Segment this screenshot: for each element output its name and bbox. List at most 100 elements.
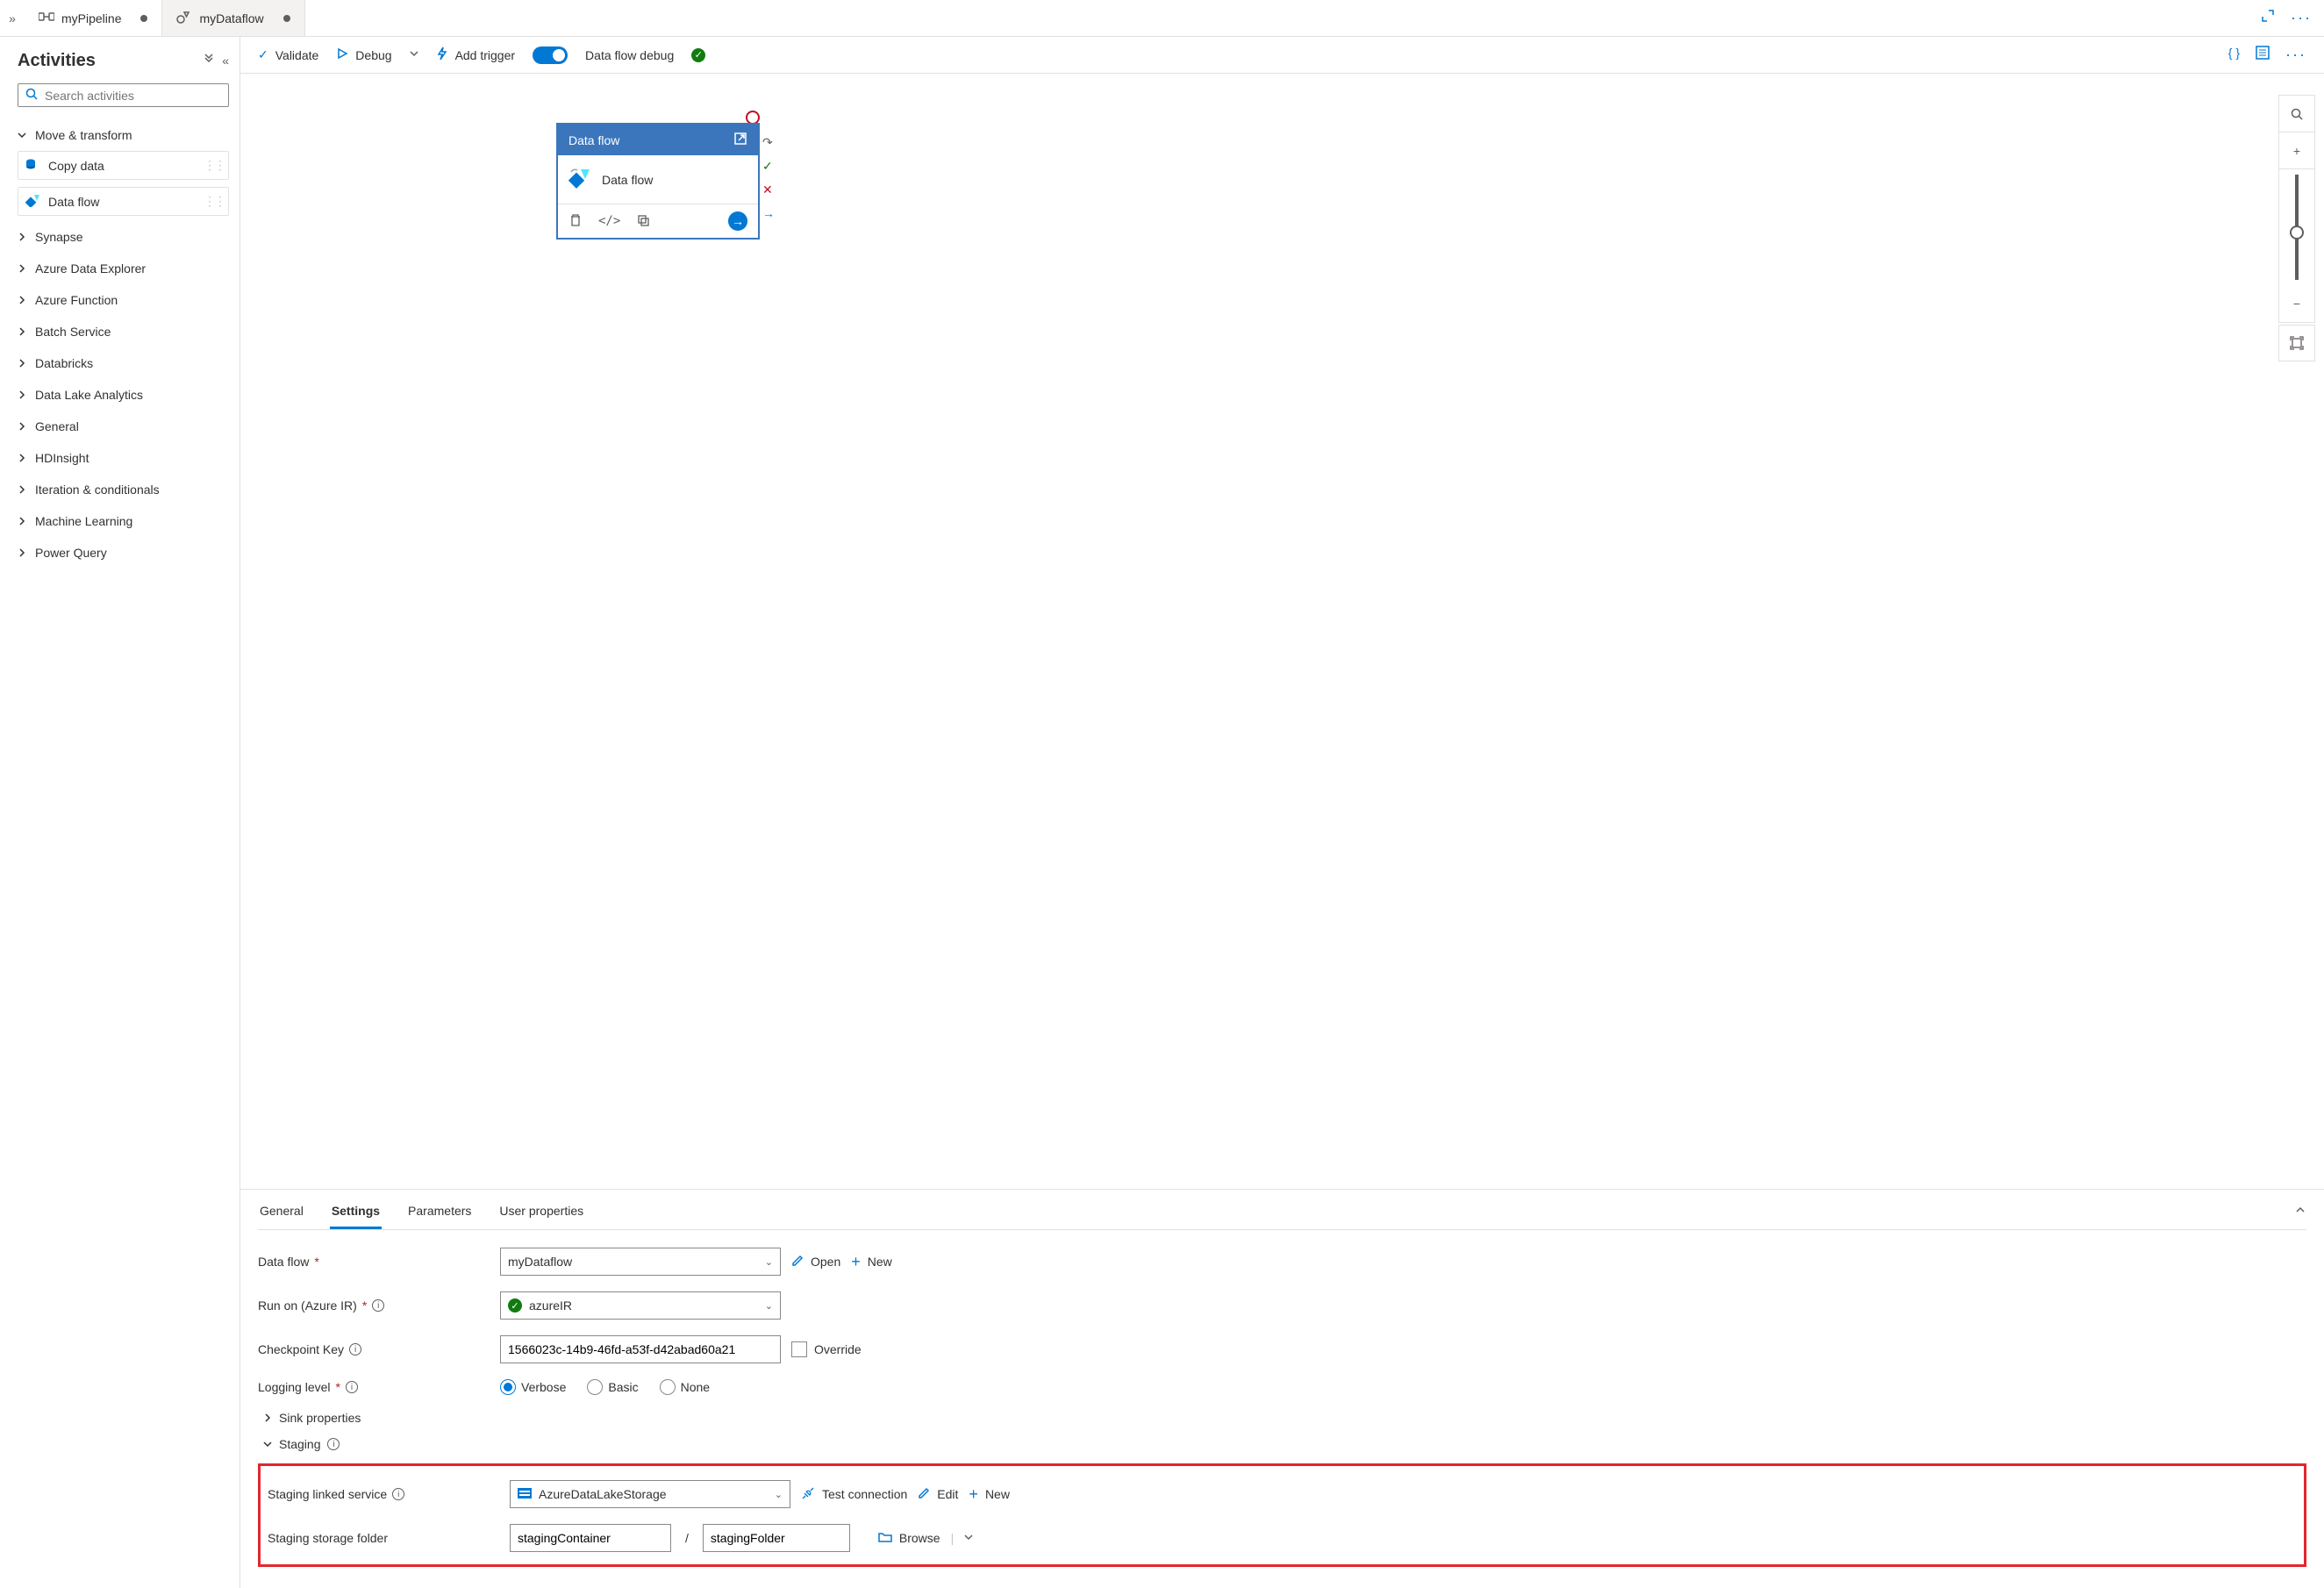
- info-icon[interactable]: i: [346, 1381, 358, 1393]
- pipeline-canvas[interactable]: Data flow Data flow </> → ↷: [240, 74, 2324, 1189]
- group-power-query[interactable]: Power Query: [18, 539, 229, 567]
- zoom-in-button[interactable]: +: [2279, 132, 2314, 169]
- activity-data-flow[interactable]: Data flow ⋮⋮: [18, 187, 229, 216]
- pencil-icon: [918, 1487, 930, 1502]
- collapse-icon[interactable]: «: [222, 54, 229, 68]
- group-hdinsight[interactable]: HDInsight: [18, 444, 229, 472]
- clone-icon[interactable]: [636, 213, 650, 230]
- proceed-icon[interactable]: →: [728, 211, 747, 231]
- checkpoint-input[interactable]: [508, 1342, 773, 1356]
- radio-none[interactable]: None: [660, 1379, 710, 1395]
- chevron-right-icon: [263, 1411, 272, 1425]
- tab-parameters[interactable]: Parameters: [406, 1204, 473, 1229]
- group-databricks[interactable]: Databricks: [18, 349, 229, 377]
- pipeline-toolbar: ✓Validate Debug Add trigger Data flow de…: [240, 37, 2324, 74]
- status-ok-icon: ✓: [508, 1298, 522, 1313]
- zoom-fit-button[interactable]: [2278, 325, 2315, 361]
- radio-icon: [500, 1379, 516, 1395]
- group-batch-service[interactable]: Batch Service: [18, 318, 229, 346]
- chevron-right-icon: [18, 548, 28, 557]
- info-icon[interactable]: i: [392, 1488, 404, 1500]
- code-icon[interactable]: </>: [598, 214, 620, 228]
- chevron-right-icon: [18, 232, 28, 241]
- activity-copy-data[interactable]: Copy data ⋮⋮: [18, 151, 229, 180]
- override-checkbox[interactable]: Override: [791, 1341, 862, 1357]
- more-icon[interactable]: ···: [2285, 46, 2306, 64]
- expand-handle-icon[interactable]: »: [0, 11, 25, 25]
- group-machine-learning[interactable]: Machine Learning: [18, 507, 229, 535]
- tab-bar: » myPipeline myDataflow ···: [0, 0, 2324, 37]
- runon-label: Run on (Azure IR): [258, 1298, 357, 1313]
- panel-tab-list: General Settings Parameters User propert…: [258, 1204, 2306, 1230]
- chevron-right-icon: [18, 517, 28, 526]
- chevrons-icon[interactable]: [203, 54, 215, 68]
- dataflow-select[interactable]: myDataflow⌄: [500, 1248, 781, 1276]
- group-synapse[interactable]: Synapse: [18, 223, 229, 251]
- debug-dropdown[interactable]: [410, 49, 418, 61]
- group-general[interactable]: General: [18, 412, 229, 440]
- tab-settings[interactable]: Settings: [330, 1204, 382, 1229]
- play-icon: [336, 47, 348, 62]
- panel-collapse-icon[interactable]: [2294, 1204, 2306, 1219]
- zoom-out-button[interactable]: −: [2279, 285, 2314, 322]
- plus-icon: +: [969, 1485, 978, 1504]
- zoom-knob[interactable]: [2290, 225, 2304, 240]
- data-flow-icon: [25, 193, 41, 210]
- sink-properties-section[interactable]: Sink properties: [258, 1411, 2306, 1425]
- properties-panel: General Settings Parameters User propert…: [240, 1189, 2324, 1588]
- info-icon[interactable]: i: [327, 1438, 340, 1450]
- delete-icon[interactable]: [568, 213, 583, 230]
- more-icon[interactable]: ···: [2291, 9, 2312, 27]
- group-iteration[interactable]: Iteration & conditionals: [18, 476, 229, 504]
- dataflow-icon: [176, 10, 192, 26]
- dataflow-node[interactable]: Data flow Data flow </> →: [556, 123, 760, 240]
- lightning-icon: [436, 46, 448, 63]
- group-azure-function[interactable]: Azure Function: [18, 286, 229, 314]
- add-trigger-button[interactable]: Add trigger: [436, 46, 515, 63]
- info-icon[interactable]: i: [349, 1343, 361, 1356]
- zoom-search-icon[interactable]: [2279, 96, 2314, 132]
- node-header: Data flow: [558, 125, 758, 155]
- group-data-lake-analytics[interactable]: Data Lake Analytics: [18, 381, 229, 409]
- zoom-control: + −: [2278, 95, 2315, 323]
- tab-general[interactable]: General: [258, 1204, 305, 1229]
- staging-folder-input[interactable]: [711, 1531, 842, 1545]
- test-connection-button[interactable]: Test connection: [801, 1486, 907, 1503]
- radio-verbose[interactable]: Verbose: [500, 1379, 566, 1395]
- copy-data-icon: [25, 157, 41, 174]
- open-button[interactable]: Open: [791, 1255, 840, 1270]
- staging-section[interactable]: Staging i: [258, 1437, 2306, 1451]
- status-ok-icon: ✓: [691, 48, 705, 62]
- tab-dataflow[interactable]: myDataflow: [162, 0, 304, 36]
- group-azure-data-explorer[interactable]: Azure Data Explorer: [18, 254, 229, 283]
- search-activities[interactable]: [18, 83, 229, 107]
- path-separator: /: [682, 1531, 692, 1545]
- staging-highlight: Staging linked servicei AzureDataLakeSto…: [258, 1463, 2306, 1567]
- tab-user-properties[interactable]: User properties: [497, 1204, 585, 1229]
- zoom-slider[interactable]: [2295, 175, 2299, 280]
- radio-basic[interactable]: Basic: [587, 1379, 638, 1395]
- chevron-right-icon: [18, 327, 28, 336]
- chevron-right-icon: [18, 359, 28, 368]
- search-input[interactable]: [45, 89, 221, 103]
- validate-button[interactable]: ✓Validate: [258, 47, 318, 62]
- dataflow-debug-toggle[interactable]: [533, 46, 568, 64]
- group-move-transform[interactable]: Move & transform: [18, 121, 229, 149]
- open-external-icon[interactable]: [733, 132, 747, 148]
- braces-icon[interactable]: { }: [2228, 46, 2240, 64]
- staging-linked-select[interactable]: AzureDataLakeStorage⌄: [510, 1480, 790, 1508]
- debug-button[interactable]: Debug: [336, 47, 391, 62]
- properties-icon[interactable]: [2256, 46, 2270, 64]
- new-linked-button[interactable]: +New: [969, 1485, 1010, 1504]
- maximize-icon[interactable]: [2261, 9, 2275, 27]
- tab-label: myDataflow: [199, 11, 263, 25]
- edit-button[interactable]: Edit: [918, 1487, 958, 1502]
- info-icon[interactable]: i: [372, 1299, 384, 1312]
- runon-select[interactable]: ✓azureIR⌄: [500, 1291, 781, 1320]
- new-button[interactable]: +New: [851, 1253, 892, 1271]
- browse-dropdown[interactable]: [964, 1533, 973, 1544]
- storage-icon: [518, 1487, 532, 1501]
- browse-button[interactable]: Browse: [878, 1531, 940, 1546]
- staging-container-input[interactable]: [518, 1531, 663, 1545]
- tab-pipeline[interactable]: myPipeline: [25, 0, 162, 36]
